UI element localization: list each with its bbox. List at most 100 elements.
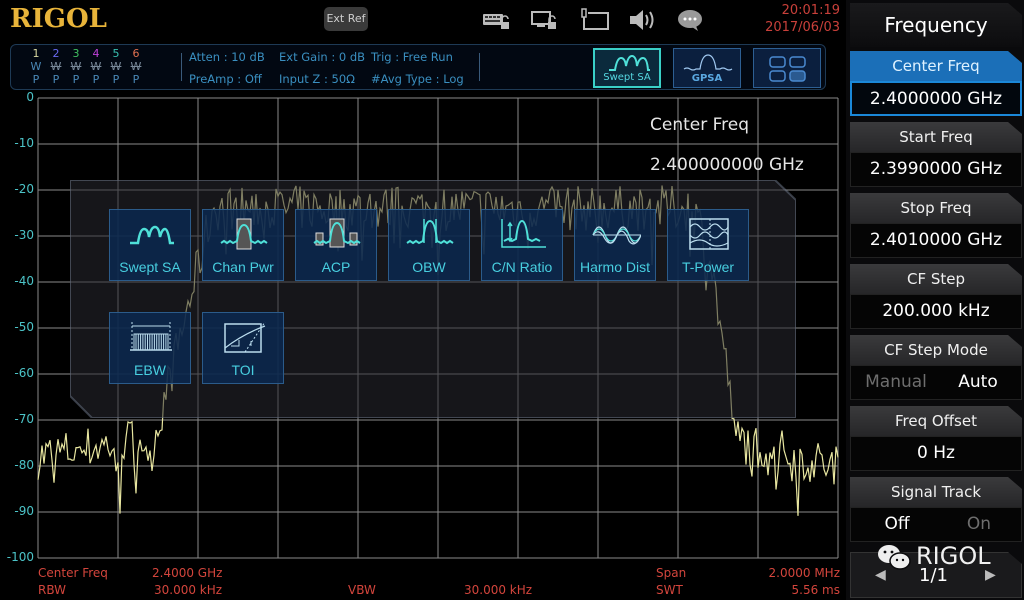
softkey-label: Freq Offset [850,406,1022,436]
softkey-cf-step[interactable]: CF Step 200.000 kHz [850,264,1022,329]
divider [479,53,480,81]
option-manual[interactable]: Manual [854,366,938,399]
atten-status[interactable]: Atten : 10 dB [189,50,265,64]
softkey-label: Center Freq [850,51,1022,81]
cf-step-input[interactable]: 200.000 kHz [850,294,1022,329]
t-power-icon [689,218,729,250]
trace-detector: P [32,73,40,86]
trace-detector: P [92,73,100,86]
mode-swept-sa-button[interactable]: Swept SA [593,48,661,88]
center-freq-value[interactable]: 2.4000 GHz [152,566,222,580]
obw-icon [406,219,454,245]
freq-offset-input[interactable]: 0 Hz [850,436,1022,471]
function-toi-button[interactable]: TOI [202,312,284,384]
signal-track-toggle[interactable]: Off On [850,507,1022,542]
divider [181,53,182,81]
span-value[interactable]: 2.0000 MHz [740,566,840,580]
keyboard-lock-icon[interactable] [482,8,512,32]
trace-number: 6 [132,47,140,60]
y-axis-tick-label: -60 [14,366,34,380]
trace-detector: P [132,73,140,86]
option-auto[interactable]: Auto [938,366,1018,399]
center-freq-input[interactable]: 2.4000000 GHz [850,81,1022,116]
speaker-icon[interactable] [628,8,658,32]
softkey-label: CF Step [850,264,1022,294]
gpsa-icon [683,54,733,71]
remote-lock-icon[interactable] [530,8,560,32]
mode-gpsa-button[interactable]: GPSA [673,48,741,88]
softkey-start-freq[interactable]: Start Freq 2.3990000 GHz [850,122,1022,187]
ext-gain-status[interactable]: Ext Gain : 0 dB [279,50,365,64]
trace-5-indicator[interactable]: 5WP [107,47,125,86]
toi-icon [224,321,266,353]
message-icon[interactable] [676,8,706,32]
trace-2-indicator[interactable]: 2WP [47,47,65,86]
trace-mode: W [110,60,122,73]
trig-status[interactable]: Trig : Free Run [371,50,453,64]
mode-label: Swept SA [603,72,651,83]
span-label: Span [656,566,687,580]
swept-sa-icon [609,54,650,71]
softkey-freq-offset[interactable]: Freq Offset 0 Hz [850,406,1022,471]
function-label: EBW [134,362,166,378]
trace-mode: W [50,60,62,73]
swt-label: SWT [656,583,683,597]
vbw-value[interactable]: 30.000 kHz [464,583,532,597]
mode-menu-button[interactable] [753,48,821,88]
input-z-status[interactable]: Input Z : 50Ω [279,72,355,86]
function-ebw-button[interactable]: EBW [109,312,191,384]
softkey-cf-step-mode[interactable]: CF Step Mode Manual Auto [850,335,1022,400]
function-t-power-button[interactable]: T-Power [667,209,749,281]
menu-title: Frequency [850,3,1022,47]
ebw-icon [130,322,172,351]
option-off[interactable]: Off [854,508,940,541]
trace-detector: P [72,73,80,86]
function-label: ACP [321,259,351,275]
y-axis-tick-label: -40 [14,274,34,288]
y-axis-tick-label: -10 [14,136,34,150]
avg-type-status[interactable]: #Avg Type : Log [371,72,464,86]
vbw-label: VBW [348,583,376,597]
softkey-label: Signal Track [850,477,1022,507]
stop-freq-input[interactable]: 2.4010000 GHz [850,223,1022,258]
swt-value[interactable]: 5.56 ms [740,583,840,597]
softkey-center-freq[interactable]: Center Freq 2.4000000 GHz [850,51,1022,116]
trace-mode: W [30,60,42,73]
option-on[interactable]: On [940,508,1018,541]
trace-mode: W [90,60,102,73]
cf-step-mode-toggle[interactable]: Manual Auto [850,365,1022,400]
function-label: Swept SA [119,259,181,275]
wechat-icon [878,545,911,570]
center-freq-label: Center Freq [38,566,108,580]
grid-menu-icon [769,56,806,82]
function-swept-sa-button[interactable]: Swept SA [109,209,191,281]
trace-number: 4 [92,47,100,60]
acp-icon [313,218,361,248]
function-harmo-dist-button[interactable]: Harmo Dist [574,209,656,281]
preamp-status[interactable]: PreAmp : Off [189,72,262,86]
trace-1-indicator[interactable]: 1WP [27,47,45,86]
trace-6-indicator[interactable]: 6WP [127,47,145,86]
trace-number: 3 [72,47,80,60]
softkey-stop-freq[interactable]: Stop Freq 2.4010000 GHz [850,193,1022,258]
y-axis-tick-label: 0 [26,90,34,104]
date: 2017/06/03 [765,20,840,35]
trace-mode: W [130,60,142,73]
function-label: Harmo Dist [579,259,650,275]
rbw-value[interactable]: 30.000 kHz [154,583,222,597]
y-axis-tick-label: -90 [14,504,34,518]
softkey-signal-track[interactable]: Signal Track Off On [850,477,1022,542]
trace-4-indicator[interactable]: 4WP [87,47,105,86]
function-label: OBW [412,259,446,275]
trace-3-indicator[interactable]: 3WP [67,47,85,86]
function-obw-button[interactable]: OBW [388,209,470,281]
readout-label: Center Freq [650,115,750,135]
start-freq-input[interactable]: 2.3990000 GHz [850,152,1022,187]
ext-ref-indicator[interactable]: Ext Ref [324,7,368,31]
function-acp-button[interactable]: ACP [295,209,377,281]
function-chan-pwr-button[interactable]: Chan Pwr [202,209,284,281]
function-cn-ratio-button[interactable]: C/N Ratio [481,209,563,281]
softkey-label: CF Step Mode [850,335,1022,365]
usb-device-icon[interactable] [580,8,610,32]
softkey-label: Stop Freq [850,193,1022,223]
